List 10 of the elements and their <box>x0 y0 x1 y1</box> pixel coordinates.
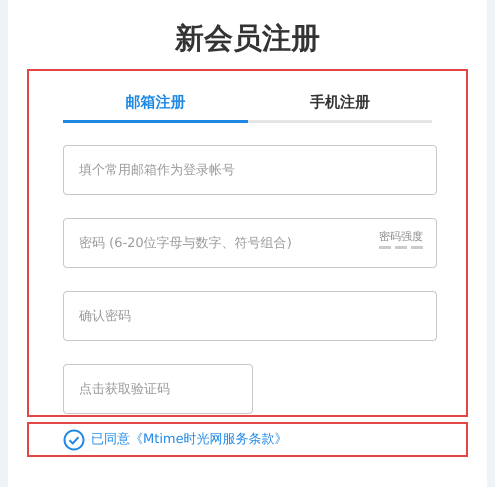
input-field[interactable]: 确认密码 <box>63 291 437 341</box>
verification-code-field[interactable]: 点击获取验证码 <box>63 364 253 414</box>
tab[interactable]: 邮箱注册 <box>63 85 248 123</box>
input-field[interactable]: 填个常用邮箱作为登录帐号 <box>63 145 437 195</box>
agreement-link[interactable]: 已同意《Mtime时光网服务条款》 <box>91 430 288 450</box>
strength-meter-icon <box>379 246 423 249</box>
strength-label: 密码强度 <box>379 230 423 243</box>
checkbox[interactable] <box>63 428 85 450</box>
tab[interactable]: 手机注册 <box>248 85 432 123</box>
page-title: 新会员注册 <box>174 20 321 56</box>
